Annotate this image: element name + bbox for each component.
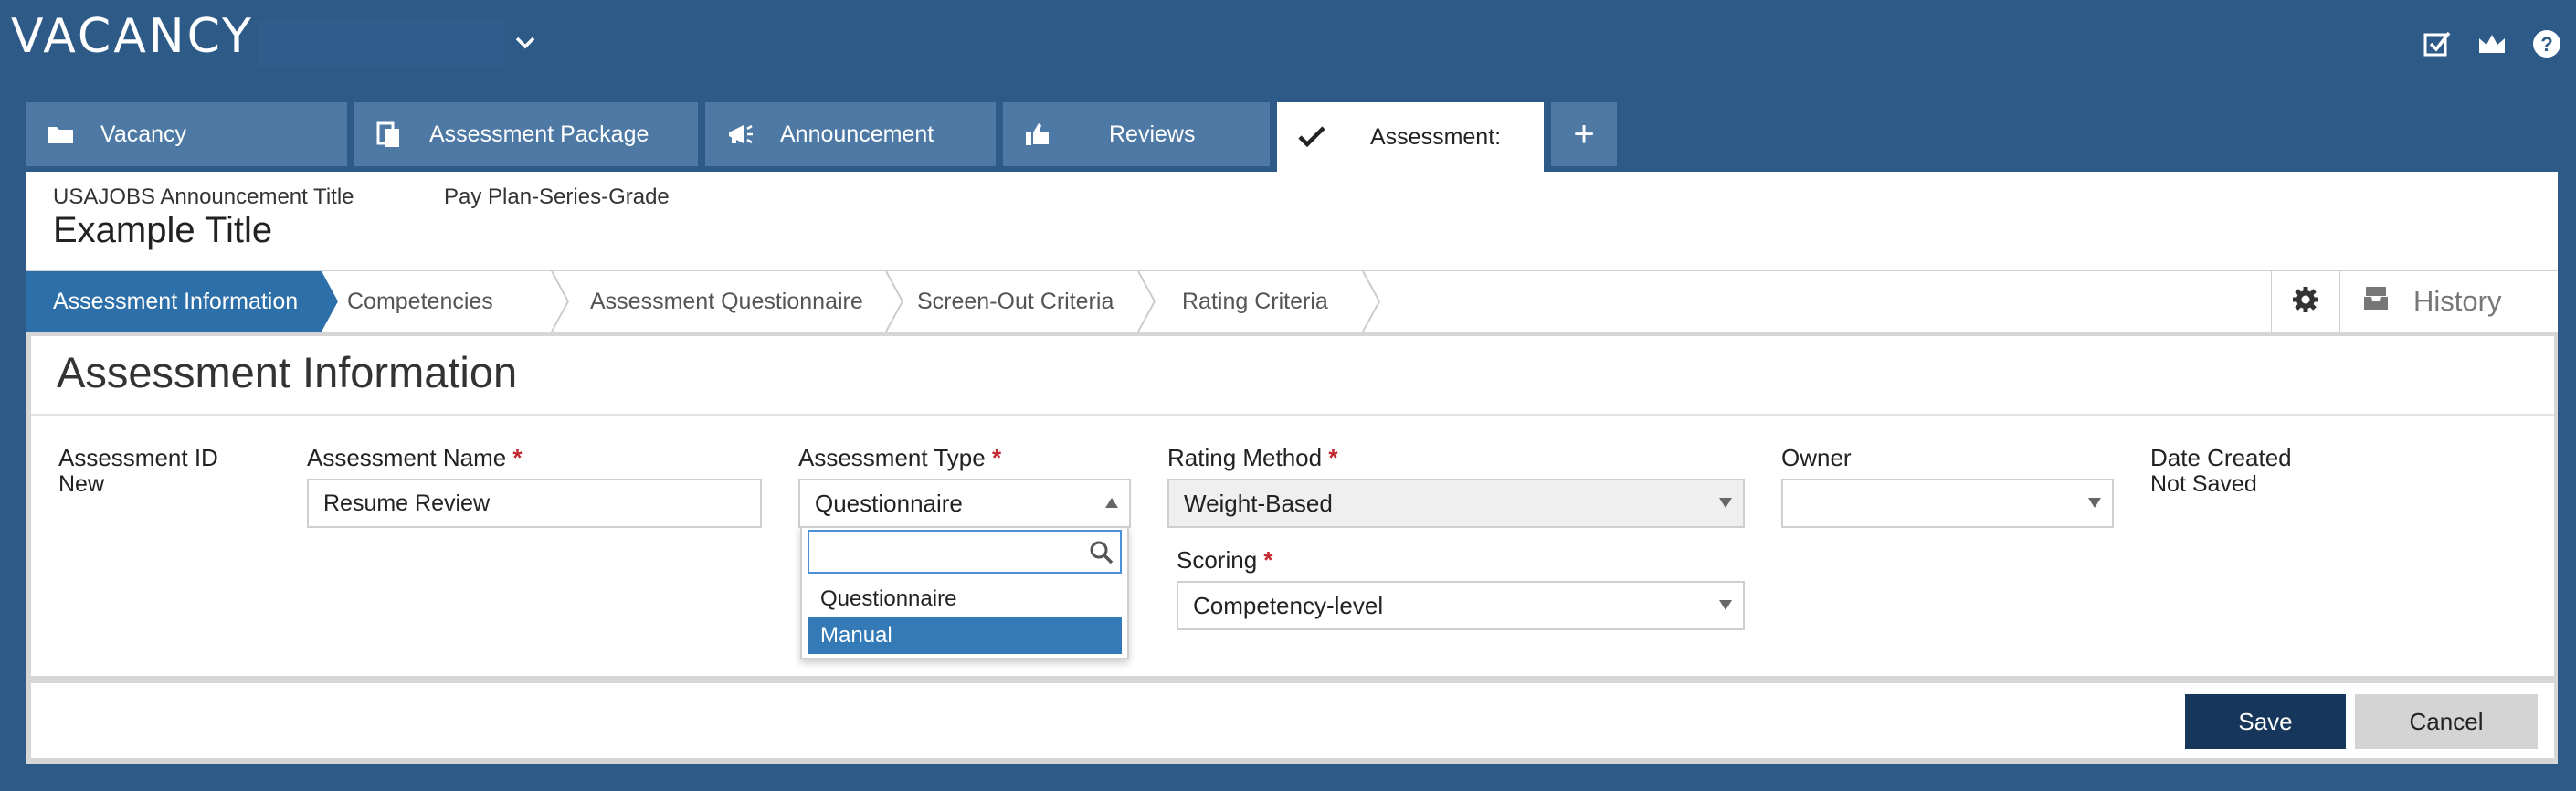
step-separator — [885, 271, 904, 332]
search-icon — [1089, 540, 1114, 570]
form-footer — [31, 683, 2554, 758]
scoring-select[interactable]: Competency-level — [1177, 581, 1745, 630]
assessment-id-value: New — [58, 471, 105, 497]
step-assessment-questionnaire[interactable]: Assessment Questionnaire — [590, 271, 892, 332]
required-marker: * — [991, 444, 1002, 471]
step-assessment-information[interactable]: Assessment Information — [26, 271, 322, 332]
select-value: Weight-Based — [1184, 489, 1333, 517]
megaphone-icon — [723, 118, 756, 151]
caret-down-icon — [2088, 498, 2101, 508]
announcement-title-label: USAJOBS Announcement Title — [53, 185, 354, 209]
step-screen-out-criteria[interactable]: Screen-Out Criteria — [917, 271, 1155, 332]
plus-icon: + — [1573, 113, 1595, 154]
svg-text:?: ? — [2540, 33, 2552, 56]
tab-vacancy[interactable]: Vacancy — [26, 102, 347, 166]
caret-up-icon — [1105, 498, 1118, 508]
tab-assessment-package[interactable]: Assessment Package — [354, 102, 698, 166]
step-label: Rating Criteria — [1182, 288, 1328, 314]
step-navigation: Assessment Information Competencies Asse… — [26, 270, 2558, 332]
assessment-id-label: Assessment ID — [58, 444, 218, 471]
assessment-name-input[interactable]: Resume Review — [307, 479, 762, 528]
history-label: History — [2413, 285, 2502, 317]
select-value: Competency-level — [1193, 591, 1384, 619]
step-separator — [551, 271, 570, 332]
history-button[interactable]: History — [2339, 271, 2558, 332]
settings-button[interactable] — [2271, 271, 2339, 332]
step-tools: History — [2271, 271, 2558, 332]
help-icon[interactable]: ? — [2530, 27, 2563, 60]
pay-plan-label: Pay Plan-Series-Grade — [444, 185, 670, 209]
owner-select[interactable] — [1781, 479, 2114, 528]
thumbs-up-icon — [1021, 118, 1054, 151]
step-competencies[interactable]: Competencies — [347, 271, 575, 332]
gear-icon — [2290, 284, 2321, 320]
dropdown-option-manual[interactable]: Manual — [808, 617, 1122, 654]
divider — [31, 414, 2554, 416]
step-arrow — [322, 271, 338, 332]
required-marker: * — [1328, 444, 1338, 471]
tab-reviews[interactable]: Reviews — [1003, 102, 1270, 166]
folder-icon — [44, 118, 77, 151]
field-label-text: Assessment Type — [798, 444, 986, 471]
checkmark-icon — [1295, 121, 1328, 153]
section-title: Assessment Information — [57, 348, 518, 396]
documents-icon — [373, 118, 406, 151]
add-tab-button[interactable]: + — [1551, 102, 1617, 166]
owner-label: Owner — [1781, 444, 1852, 471]
assessment-type-label: Assessment Type * — [798, 444, 1001, 472]
caret-down-icon — [1719, 600, 1732, 610]
save-button[interactable]: Save — [2185, 694, 2346, 749]
chevron-down-icon[interactable] — [512, 29, 539, 57]
select-value: Questionnaire — [815, 489, 963, 517]
step-separator — [1362, 271, 1381, 332]
tab-label: Reviews — [1109, 121, 1196, 147]
rating-method-label: Rating Method * — [1167, 444, 1337, 472]
field-label-text: Rating Method — [1167, 444, 1323, 471]
required-marker: * — [1263, 546, 1273, 574]
step-label: Screen-Out Criteria — [917, 288, 1114, 314]
vacancy-selector[interactable] — [258, 20, 504, 66]
step-label: Assessment Questionnaire — [590, 288, 863, 314]
tab-label: Announcement — [780, 121, 934, 147]
tab-announcement[interactable]: Announcement — [705, 102, 996, 166]
field-label-text: Assessment Name — [307, 444, 507, 471]
cancel-button[interactable]: Cancel — [2355, 694, 2538, 749]
caret-down-icon — [1719, 498, 1732, 508]
assessment-name-label: Assessment Name * — [307, 444, 523, 472]
archive-icon — [2362, 284, 2390, 319]
dropdown-option-questionnaire[interactable]: Questionnaire — [808, 581, 1122, 617]
step-separator — [1137, 271, 1156, 332]
crown-icon[interactable] — [2476, 27, 2508, 60]
tab-label: Assessment: — [1370, 123, 1502, 150]
scoring-label: Scoring * — [1177, 546, 1273, 575]
assessment-type-select[interactable]: Questionnaire — [798, 479, 1131, 528]
step-label: Assessment Information — [53, 288, 299, 314]
tab-assessment[interactable]: Assessment: — [1277, 102, 1544, 172]
date-created-label: Date Created — [2150, 444, 2292, 471]
required-marker: * — [512, 444, 523, 471]
step-label: Competencies — [347, 288, 493, 314]
app-title: VACANCY — [11, 9, 254, 64]
rating-method-select[interactable]: Weight-Based — [1167, 479, 1745, 528]
date-created-value: Not Saved — [2150, 471, 2257, 497]
checkbox-icon[interactable] — [2421, 27, 2454, 60]
vacancy-header — [26, 172, 2558, 270]
field-label-text: Scoring — [1177, 546, 1258, 574]
tab-label: Assessment Package — [429, 121, 649, 147]
dropdown-search-input[interactable] — [808, 530, 1122, 574]
page-title: Example Title — [53, 210, 273, 250]
tab-label: Vacancy — [100, 121, 187, 147]
